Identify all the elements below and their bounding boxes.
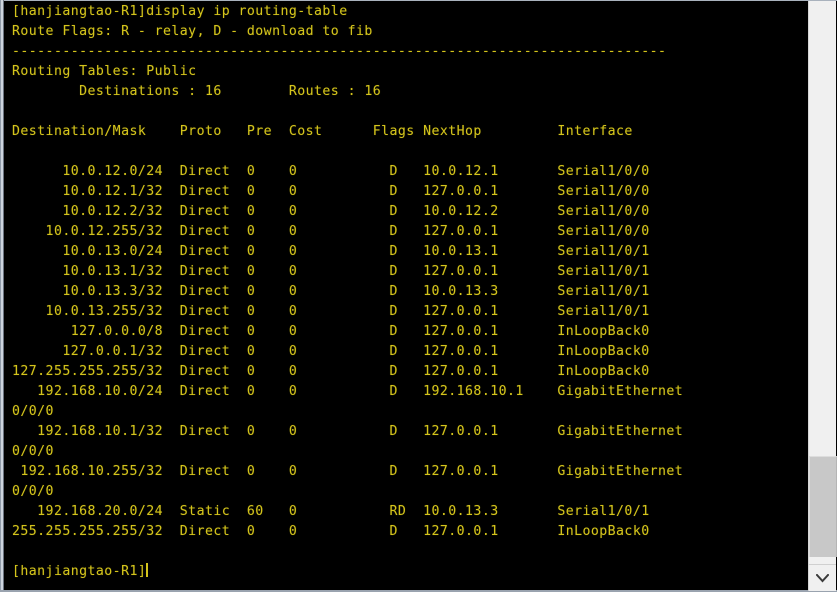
chevron-down-icon	[816, 573, 829, 583]
terminal-output-area[interactable]: [hanjiangtao-R1]display ip routing-table…	[4, 1, 802, 590]
scrollbar-down-button[interactable]	[808, 564, 836, 591]
scrollbar-thumb[interactable]	[809, 456, 837, 557]
terminal-screen-text: [hanjiangtao-R1]display ip routing-table…	[4, 1, 683, 582]
terminal-window: [hanjiangtao-R1]display ip routing-table…	[0, 0, 837, 592]
terminal-text: [hanjiangtao-R1]display ip routing-table…	[12, 4, 684, 539]
text-cursor	[146, 563, 148, 577]
vertical-scrollbar[interactable]	[802, 1, 837, 591]
terminal-prompt: [hanjiangtao-R1]	[12, 564, 147, 579]
